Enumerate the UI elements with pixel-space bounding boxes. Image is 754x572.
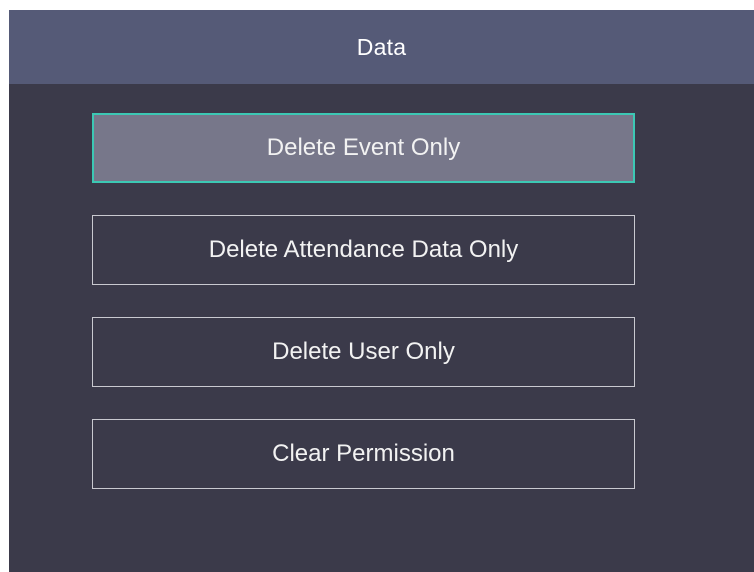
menu-item-label: Delete User Only — [272, 338, 455, 365]
menu-item-label: Delete Event Only — [266, 134, 461, 161]
delete-user-only-button[interactable]: Delete User Only — [92, 317, 635, 387]
clear-permission-button[interactable]: Clear Permission — [92, 419, 635, 489]
data-menu: Delete Event Only Delete Attendance Data… — [92, 113, 635, 521]
menu-item-label: Clear Permission — [272, 440, 455, 467]
header-bar: Data — [9, 10, 754, 84]
data-screen: Data Delete Event Only Delete Attendance… — [9, 10, 754, 572]
page-title: Data — [356, 33, 407, 60]
delete-attendance-data-only-button[interactable]: Delete Attendance Data Only — [92, 215, 635, 285]
menu-item-label: Delete Attendance Data Only — [208, 236, 519, 263]
delete-event-only-button[interactable]: Delete Event Only — [92, 113, 635, 183]
